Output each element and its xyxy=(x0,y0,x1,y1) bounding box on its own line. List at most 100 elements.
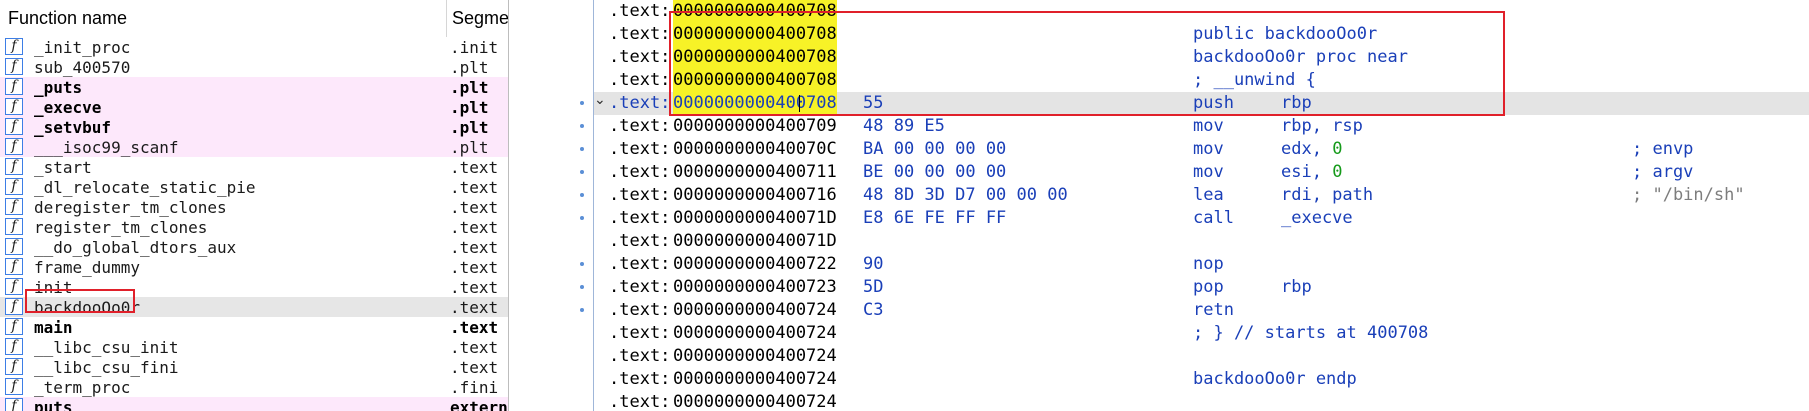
breakpoint-dot-icon[interactable] xyxy=(580,101,584,105)
address: 0000000000400716 xyxy=(673,185,837,205)
mnemonic: mov xyxy=(1193,162,1224,182)
function-row[interactable]: f __libc_csu_init .text xyxy=(0,337,508,357)
column-separator[interactable] xyxy=(446,0,447,37)
function-row[interactable]: f _dl_relocate_static_pie .text xyxy=(0,177,508,197)
disasm-line[interactable]: .text: 0000000000400723 5D pop rbp xyxy=(594,276,1809,299)
function-name: __libc_csu_fini xyxy=(34,358,179,377)
function-segment: .init xyxy=(450,38,499,57)
operand-number: 0 xyxy=(1332,139,1343,159)
mnemonic: backdooOo0r endp xyxy=(1193,369,1357,389)
function-row[interactable]: f _term_proc .fini xyxy=(0,377,508,397)
disasm-line[interactable]: .text: 0000000000400722 90 nop xyxy=(594,253,1809,276)
function-row[interactable]: f _setvbuf .plt xyxy=(0,117,508,137)
address: 0000000000400724 xyxy=(673,300,837,320)
function-name: puts xyxy=(34,398,73,411)
function-row[interactable]: f _start .text xyxy=(0,157,508,177)
disasm-line[interactable]: .text: 000000000040071D E8 6E FE FF FF call… xyxy=(594,207,1809,230)
operand-text: rbp, rsp xyxy=(1281,116,1363,136)
operands: rbp xyxy=(1281,277,1312,297)
breakpoint-dot-icon[interactable] xyxy=(580,285,584,289)
function-row[interactable]: f __do_global_dtors_aux .text xyxy=(0,237,508,257)
disasm-line[interactable]: .text: 0000000000400711 BE 00 00 00 00 mov e… xyxy=(594,161,1809,184)
segment-prefix: .text: xyxy=(609,24,671,44)
comment: ; "/bin/sh" xyxy=(1632,185,1745,205)
function-row[interactable]: f frame_dummy .text xyxy=(0,257,508,277)
segment-column-header[interactable]: Segme xyxy=(452,8,508,29)
function-icon: f xyxy=(5,78,23,95)
function-icon: f xyxy=(5,258,23,275)
segment-prefix: .text: xyxy=(609,300,671,320)
disasm-line[interactable]: .text: 0000000000400716 48 8D 3D D7 00 00 … xyxy=(594,184,1809,207)
function-name: deregister_tm_clones xyxy=(34,198,227,217)
segment-prefix: .text: xyxy=(609,277,671,297)
segment-prefix: .text: xyxy=(609,116,671,136)
breakpoint-dot-icon[interactable] xyxy=(580,124,584,128)
function-row[interactable]: f _execve .plt xyxy=(0,97,508,117)
function-icon: f xyxy=(5,138,23,155)
function-row[interactable]: f main .text xyxy=(0,317,508,337)
function-segment: .plt xyxy=(450,58,489,77)
function-segment: .text xyxy=(450,298,499,317)
address: 0000000000400724 xyxy=(673,346,837,366)
function-icon: f xyxy=(5,338,23,355)
disasm-line[interactable]: .text: 000000000040071D xyxy=(594,230,1809,253)
function-row[interactable]: f sub_400570 .plt xyxy=(0,57,508,77)
disasm-line[interactable]: .text: 0000000000400724 ; } // starts at 4… xyxy=(594,322,1809,345)
mnemonic: lea xyxy=(1193,185,1224,205)
function-segment: .text xyxy=(450,158,499,177)
function-row[interactable]: f register_tm_clones .text xyxy=(0,217,508,237)
functions-window: Function name Segme f _init_proc .init f sub… xyxy=(0,0,508,411)
disasm-line[interactable]: .text: 0000000000400709 48 89 E5 mov rbp, rs… xyxy=(594,115,1809,138)
operands: rdi, path xyxy=(1281,185,1373,205)
segment-prefix: .text: xyxy=(609,70,671,90)
function-segment: .text xyxy=(450,178,499,197)
function-icon: f xyxy=(5,98,23,115)
function-name: _dl_relocate_static_pie xyxy=(34,178,256,197)
opcode-bytes: BA 00 00 00 00 xyxy=(863,139,1007,159)
function-icon: f xyxy=(5,58,23,75)
operand-text: esi, xyxy=(1281,162,1333,182)
disasm-line[interactable]: .text: 0000000000400724 xyxy=(594,345,1809,368)
function-segment: .text xyxy=(450,258,499,277)
segment-prefix: .text: xyxy=(609,139,671,159)
function-name: main xyxy=(34,318,73,337)
breakpoint-dot-icon[interactable] xyxy=(580,193,584,197)
address: 000000000040070C xyxy=(673,139,837,159)
function-icon: f xyxy=(5,358,23,375)
disasm-line[interactable]: .text: 0000000000400724 C3 retn xyxy=(594,299,1809,322)
disasm-line[interactable]: .text: 000000000040070C BA 00 00 00 00 mov e… xyxy=(594,138,1809,161)
segment-prefix: .text: xyxy=(609,323,671,343)
opcode-bytes: BE 00 00 00 00 xyxy=(863,162,1007,182)
breakpoint-dot-icon[interactable] xyxy=(580,216,584,220)
function-segment: .fini xyxy=(450,378,499,397)
disassembly-view[interactable]: .text: 0000000000400708 .text: 000000000040… xyxy=(594,0,1809,411)
function-segment: .plt xyxy=(450,78,489,97)
function-name: ___isoc99_scanf xyxy=(34,138,179,157)
function-row[interactable]: f _init_proc .init xyxy=(0,37,508,57)
opcode-bytes: 48 89 E5 xyxy=(863,116,945,136)
breakpoint-dot-icon[interactable] xyxy=(580,147,584,151)
disasm-line[interactable]: .text: 0000000000400724 xyxy=(594,391,1809,411)
function-row[interactable]: f ___isoc99_scanf .plt xyxy=(0,137,508,157)
address: 0000000000400709 xyxy=(673,116,837,136)
function-row[interactable]: f puts extern xyxy=(0,397,508,411)
breakpoint-dot-icon[interactable] xyxy=(580,308,584,312)
functions-header: Function name Segme xyxy=(0,0,508,37)
collapse-function-icon[interactable]: ⌄ xyxy=(594,92,608,108)
function-row[interactable]: f deregister_tm_clones .text xyxy=(0,197,508,217)
disasm-line[interactable]: .text: 0000000000400724 backdooOo0r endp xyxy=(594,368,1809,391)
address: 0000000000400723 xyxy=(673,277,837,297)
function-segment: .text xyxy=(450,318,499,337)
function-icon: f xyxy=(5,198,23,215)
function-icon: f xyxy=(5,38,23,55)
function-row[interactable]: f _puts .plt xyxy=(0,77,508,97)
function-name: __do_global_dtors_aux xyxy=(34,238,237,257)
function-row[interactable]: f __libc_csu_fini .text xyxy=(0,357,508,377)
annotation-box-prologue xyxy=(669,11,1505,116)
segment-prefix: .text: xyxy=(609,185,671,205)
segment-prefix: .text: xyxy=(609,231,671,251)
breakpoint-dot-icon[interactable] xyxy=(580,170,584,174)
operand-number: 0 xyxy=(1332,162,1343,182)
breakpoint-dot-icon[interactable] xyxy=(580,262,584,266)
function-name-column-header[interactable]: Function name xyxy=(8,8,127,29)
